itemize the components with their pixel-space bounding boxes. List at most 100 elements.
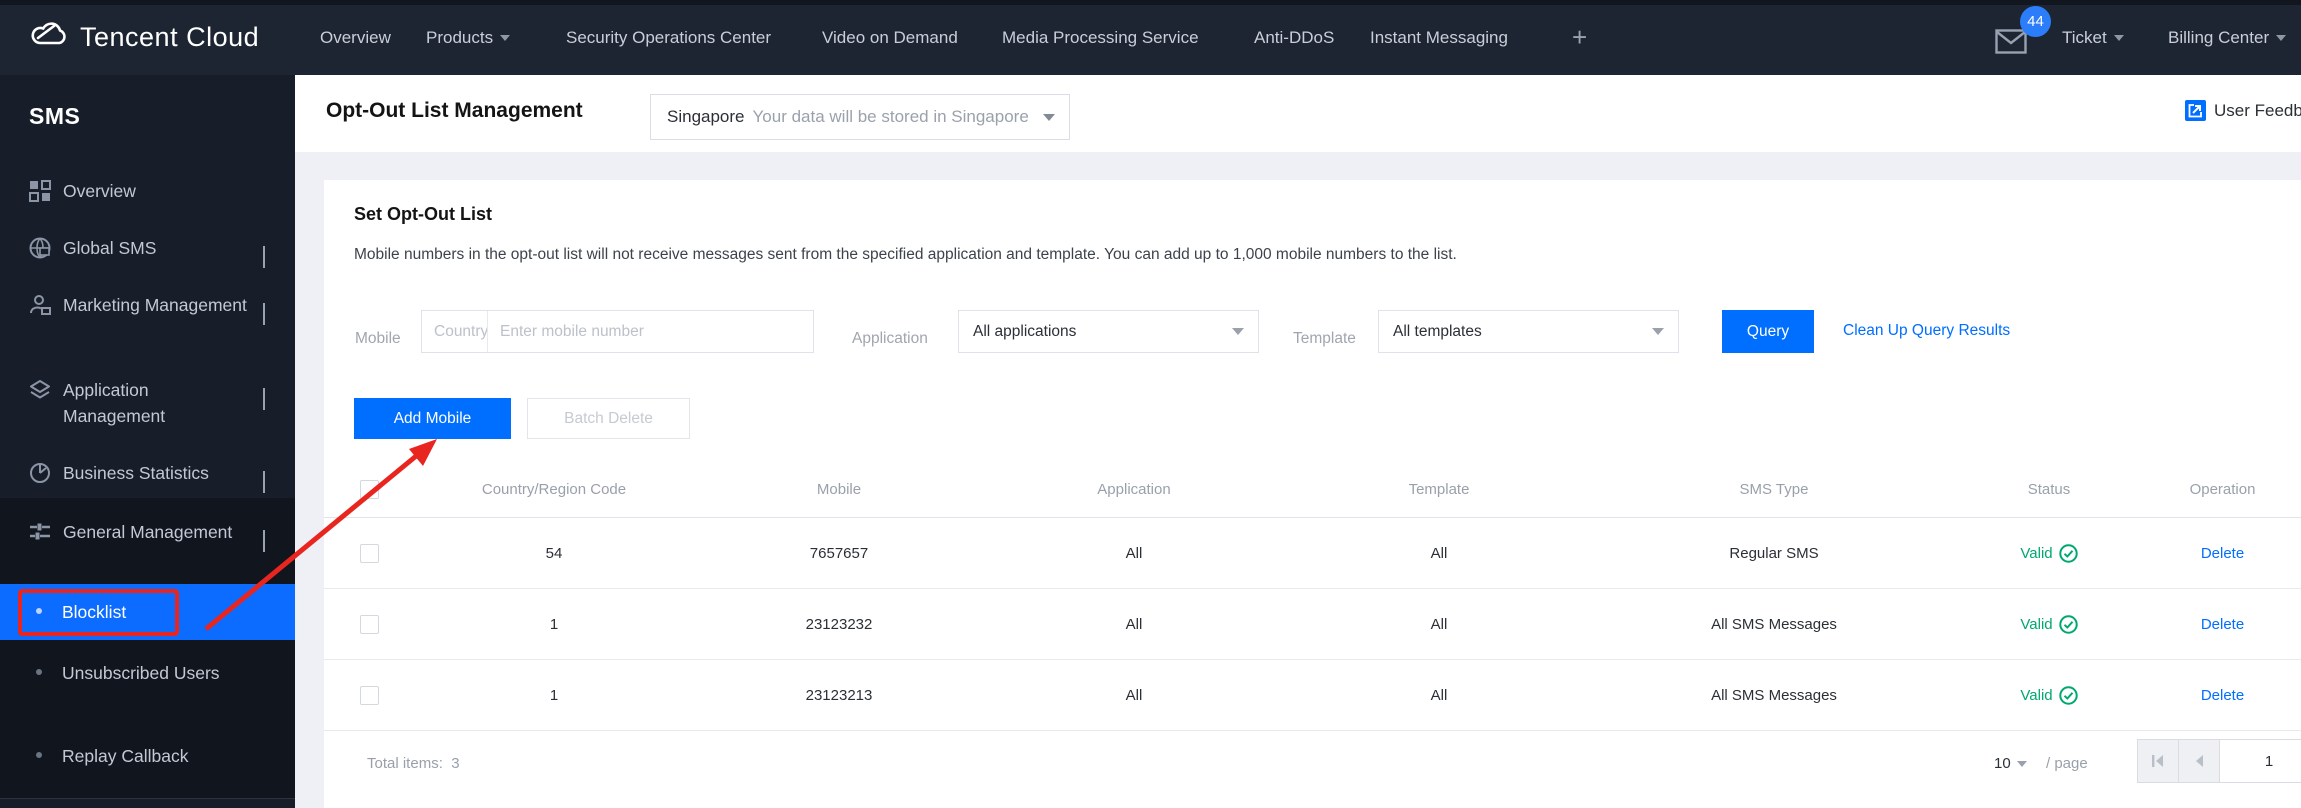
row-checkbox[interactable] <box>360 685 379 705</box>
sidebar-item-business-statistics[interactable]: Business Statistics <box>0 460 295 493</box>
region-note: Your data will be stored in Singapore <box>752 107 1029 126</box>
chevron-down-icon <box>1232 328 1244 335</box>
region-selector[interactable]: Singapore Your data will be stored in Si… <box>650 94 1070 140</box>
first-page-icon <box>2152 755 2163 767</box>
nav-ticket[interactable]: Ticket <box>2062 0 2124 75</box>
page-size-select[interactable]: 10 <box>1994 755 2027 772</box>
mobile-filter-input-group <box>421 310 814 353</box>
row-checkbox[interactable] <box>360 614 379 634</box>
user-feedback-label: User Feedback <box>2214 100 2301 120</box>
per-page-label: / page <box>2046 755 2088 772</box>
check-circle-icon <box>2058 685 2078 705</box>
table-row: 54 7657657 All All Regular SMS Valid Del… <box>324 518 2301 589</box>
current-page-box[interactable]: 1 <box>2219 739 2301 783</box>
chevron-down-icon <box>1042 113 1055 121</box>
total-items-label: Total items: 3 <box>367 755 460 772</box>
delete-link[interactable]: Delete <box>2201 687 2244 704</box>
check-circle-icon <box>2058 543 2078 563</box>
page-header: Opt-Out List Management Singapore Your d… <box>295 75 2301 152</box>
row-checkbox[interactable] <box>360 543 379 563</box>
table-row: 1 23123232 All All All SMS Messages Vali… <box>324 589 2301 660</box>
table-footer: Total items: 3 10 / page 1 <box>324 735 2301 795</box>
status-badge: Valid <box>1954 543 2144 563</box>
globe-icon <box>29 237 51 266</box>
chevron-up-icon <box>263 530 265 552</box>
chevron-down-icon <box>2276 34 2287 41</box>
top-navbar: Tencent Cloud Overview Products Security… <box>0 0 2301 75</box>
add-mobile-button[interactable]: Add Mobile <box>354 398 511 439</box>
nav-products[interactable]: Products <box>426 0 511 75</box>
chevron-down-icon <box>263 388 265 410</box>
user-feedback-link[interactable]: User Feedback <box>2185 100 2301 121</box>
sidebar-item-replay-callback[interactable]: Replay Callback <box>0 743 295 769</box>
status-badge: Valid <box>1954 685 2144 705</box>
prev-page-button[interactable] <box>2178 739 2220 783</box>
brand-name: Tencent Cloud <box>80 22 260 52</box>
application-select[interactable]: All applications <box>958 310 1259 353</box>
sidebar-item-general-management[interactable]: General Management <box>0 519 295 552</box>
bullet-icon <box>36 752 42 758</box>
delete-link[interactable]: Delete <box>2201 545 2244 562</box>
sidebar-title: SMS <box>29 103 81 129</box>
chevron-down-icon <box>1652 328 1664 335</box>
region-name: Singapore <box>667 107 745 126</box>
messages-envelope-icon[interactable] <box>1995 29 2027 59</box>
nav-media-processing-service[interactable]: Media Processing Service <box>1002 0 1199 75</box>
external-link-icon <box>2185 100 2206 121</box>
blocklist-table: Country/Region Code Mobile Application T… <box>324 462 2301 731</box>
cloud-logo-icon <box>28 18 70 57</box>
chevron-down-icon <box>263 303 265 325</box>
opt-out-list-card: Set Opt-Out List Mobile numbers in the o… <box>324 180 2301 808</box>
sms-sidebar: SMS Overview Global SMS Marketing Manage… <box>0 75 295 808</box>
layers-icon <box>29 379 51 408</box>
tencent-cloud-logo[interactable]: Tencent Cloud <box>28 18 259 57</box>
select-all-checkbox[interactable] <box>360 480 379 499</box>
sliders-icon <box>29 521 51 550</box>
template-select[interactable]: All templates <box>1378 310 1679 353</box>
nav-video-on-demand[interactable]: Video on Demand <box>822 0 958 75</box>
col-template: Template <box>1408 481 1470 498</box>
page-title: Opt-Out List Management <box>326 99 583 122</box>
chevron-down-icon <box>263 471 265 493</box>
col-status: Status <box>2027 481 2071 498</box>
nav-billing-center[interactable]: Billing Center <box>2168 0 2287 75</box>
template-filter-label: Template <box>1293 330 1356 347</box>
query-button[interactable]: Query <box>1722 310 1814 353</box>
col-application: Application <box>1097 481 1171 498</box>
nav-overview[interactable]: Overview <box>320 0 391 75</box>
nav-instant-messaging[interactable]: Instant Messaging <box>1370 0 1508 75</box>
clean-up-query-results-link[interactable]: Clean Up Query Results <box>1843 322 2010 340</box>
pie-chart-icon <box>29 462 51 491</box>
bullet-icon <box>36 669 42 675</box>
sidebar-item-global-sms[interactable]: Global SMS <box>0 235 295 268</box>
sidebar-item-marketing-management[interactable]: Marketing Management <box>0 292 295 325</box>
mobile-number-input[interactable] <box>488 311 813 352</box>
mobile-filter-label: Mobile <box>355 330 401 347</box>
section-title: Set Opt-Out List <box>354 204 492 224</box>
table-row: 1 23123213 All All All SMS Messages Vali… <box>324 660 2301 731</box>
first-page-button[interactable] <box>2137 739 2179 783</box>
country-code-input[interactable] <box>422 311 488 352</box>
section-description: Mobile numbers in the opt-out list will … <box>354 246 1457 263</box>
chevron-down-icon <box>2016 760 2027 767</box>
nav-anti-ddos[interactable]: Anti-DDoS <box>1254 0 1334 75</box>
batch-delete-button[interactable]: Batch Delete <box>527 398 690 439</box>
sidebar-divider <box>0 798 295 799</box>
col-country-region-code: Country/Region Code <box>481 481 627 498</box>
check-circle-icon <box>2058 614 2078 634</box>
nav-security-operations-center[interactable]: Security Operations Center <box>566 0 771 75</box>
sidebar-item-overview[interactable]: Overview <box>0 178 295 204</box>
col-mobile: Mobile <box>816 481 862 498</box>
delete-link[interactable]: Delete <box>2201 616 2244 633</box>
application-filter-label: Application <box>852 330 928 347</box>
sidebar-item-unsubscribed-users[interactable]: Unsubscribed Users <box>0 660 295 686</box>
add-product-tab-button[interactable]: + <box>1572 0 1587 75</box>
notification-count-badge[interactable]: 44 <box>2020 6 2051 37</box>
status-badge: Valid <box>1954 614 2144 634</box>
sidebar-item-application-management[interactable]: Application Management <box>0 377 295 429</box>
sidebar-item-blocklist[interactable]: Blocklist <box>0 584 295 640</box>
col-sms-type: SMS Type <box>1739 481 1809 498</box>
col-operation: Operation <box>2189 481 2256 498</box>
grid-overview-icon <box>29 180 51 209</box>
prev-page-icon <box>2196 755 2203 767</box>
